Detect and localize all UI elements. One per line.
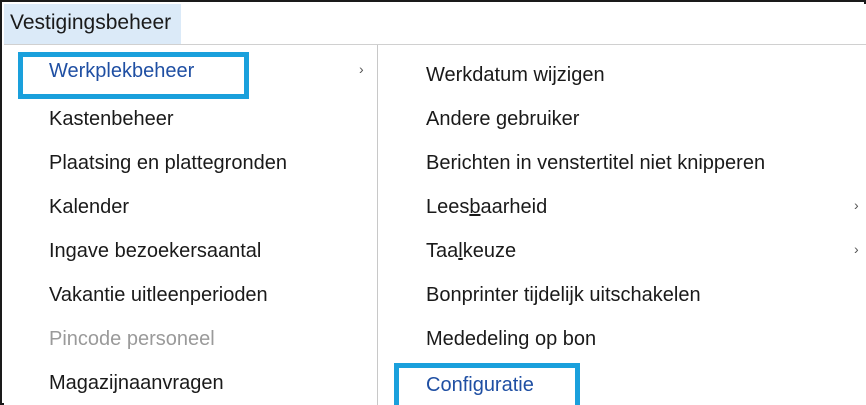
menu-item-magazijnaanvragen[interactable]: Magazijnaanvragen [4,361,377,405]
menu-item-pincode-personeel: Pincode personeel [4,317,377,361]
chevron-right-icon: › [854,197,859,213]
menu-bar: Vestigingsbeheer [4,4,866,45]
menu-item-label: Magazijnaanvragen [49,372,224,394]
menu-item-label: Pincode personeel [49,328,215,350]
menu-item-label: Kalender [49,196,130,218]
menu-item-bonprinter-uitschakelen[interactable]: Bonprinter tijdelijk uitschakelen [378,273,866,317]
menu-item-label: Kastenbeheer [49,108,174,130]
chevron-right-icon: › [359,61,364,77]
menu-item-label: Berichten in venstertitel niet knipperen [426,152,766,174]
menu-item-label: Vakantie uitleenperioden [49,284,268,306]
menubar-item-vestigingsbeheer[interactable]: Vestigingsbeheer [4,4,182,44]
menu-item-label: Bonprinter tijdelijk uitschakelen [426,284,701,306]
menu-item-mededeling-op-bon[interactable]: Mededeling op bon [378,317,866,361]
menu-item-kastenbeheer[interactable]: Kastenbeheer [4,97,377,141]
menu-item-kalender[interactable]: Kalender [4,185,377,229]
menu-item-label: Plaatsing en plattegronden [49,152,287,174]
menu-item-taalkeuze[interactable]: Taalkeuze › [378,229,866,273]
menu-item-label: Mededeling op bon [426,328,597,350]
menu-item-label: Werkdatum wijzigen [426,64,605,86]
menu-item-plaatsing-en-plattegronden[interactable]: Plaatsing en plattegronden [4,141,377,185]
menu-item-berichten-niet-knipperen[interactable]: Berichten in venstertitel niet knipperen [378,141,866,185]
submenu-werkplekbeheer: Werkdatum wijzigen Andere gebruiker Beri… [377,45,866,405]
menu-item-werkdatum-wijzigen[interactable]: Werkdatum wijzigen [378,53,866,97]
menu-item-label: Taalkeuze [426,240,517,262]
menu-item-ingave-bezoekersaantal[interactable]: Ingave bezoekersaantal [4,229,377,273]
highlight-box-configuratie [394,363,580,405]
menu-item-vakantie-uitleenperioden[interactable]: Vakantie uitleenperioden [4,273,377,317]
menu-item-label: Leesbaarheid [426,196,548,218]
menu-item-label: Andere gebruiker [426,108,580,130]
menu-item-leesbaarheid[interactable]: Leesbaarheid › [378,185,866,229]
highlight-box-werkplekbeheer [18,52,249,99]
menu-item-label: Ingave bezoekersaantal [49,240,262,262]
application-window: Vestigingsbeheer Werkplekbeheer › Kasten… [0,0,866,405]
dropdown-menu-vestigingsbeheer: Werkplekbeheer › Kastenbeheer Plaatsing … [4,45,377,405]
menu-item-andere-gebruiker[interactable]: Andere gebruiker [378,97,866,141]
chevron-right-icon: › [854,241,859,257]
